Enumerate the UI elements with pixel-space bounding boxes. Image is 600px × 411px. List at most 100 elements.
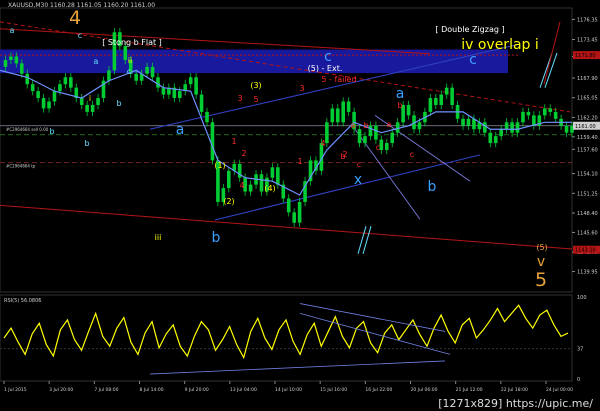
candle-body [292, 212, 296, 223]
wave-label: c [469, 52, 477, 68]
candle-body [488, 132, 493, 144]
candle-body [499, 129, 503, 137]
candle-body [515, 122, 520, 133]
price-tag-label: 1161.00 [575, 124, 596, 130]
x-tick-label: 21 Jul 12:00 [456, 387, 483, 393]
candle-body [439, 94, 444, 105]
wave-label: a [10, 26, 15, 35]
candle-body [259, 174, 264, 192]
wave-label: c [410, 150, 414, 159]
candle-body [270, 167, 275, 178]
wave-label: a [176, 122, 185, 138]
x-tick-label: 22 Jul 18:00 [501, 387, 528, 393]
wave-label: 1 [297, 157, 302, 166]
candle-body [472, 118, 476, 130]
candle-body [177, 91, 182, 99]
x-tick-label: 14 Jul 10:00 [275, 387, 302, 393]
y-tick-label: 1145.60 [577, 230, 598, 236]
candle-body [330, 108, 335, 123]
wave-label: 4 [69, 7, 81, 29]
y-tick-label: 1159.40 [577, 135, 598, 141]
candle-body [9, 56, 13, 60]
wave-label: b [340, 152, 345, 161]
candle-body [395, 122, 400, 133]
wave-label: c [376, 143, 380, 152]
rsi-label: RSI(5) 56.0806 [4, 298, 41, 304]
candle-body [79, 98, 84, 105]
price-tag-label: 1171.80 [575, 53, 596, 59]
wave-label: c [324, 49, 332, 65]
candle-body [521, 111, 525, 123]
candle-body [145, 66, 149, 74]
sell-label: #C2964664 sell 0.00 [6, 127, 49, 132]
wave-label: 2 [241, 149, 246, 158]
wave-label: 5 [253, 95, 258, 104]
candle-body [30, 84, 35, 92]
candle-body [357, 129, 362, 144]
wave-label: c [357, 160, 361, 169]
y-tick-label: 1167.90 [577, 76, 598, 82]
candle-body [483, 122, 487, 133]
candle-body [227, 170, 231, 189]
y-tick-label: 1173.45 [577, 38, 598, 44]
wave-label: c [127, 67, 131, 76]
wave-label: (5) - Ext. [308, 64, 343, 73]
wave-label: 1 [231, 137, 236, 146]
y-tick-label: 1148.40 [577, 211, 598, 217]
candle-body [297, 201, 302, 223]
wave-label: x [354, 172, 362, 188]
wave-label: (3) [250, 81, 261, 90]
candle-body [276, 167, 280, 185]
candle-body [199, 94, 204, 112]
candle-body [161, 87, 166, 95]
candle-body [417, 122, 422, 130]
candle-body [52, 91, 57, 102]
wave-label: b [428, 179, 437, 195]
y-tick-label: 1139.95 [577, 270, 598, 276]
candle-body [564, 125, 569, 133]
wave-label: i [89, 94, 91, 103]
wave-label: iv overlap i [461, 37, 539, 53]
x-tick-label: 3 Jul 20:00 [49, 387, 73, 393]
wave-label: 4 [239, 181, 244, 190]
x-tick-label: 9 Jul 20:00 [185, 387, 209, 393]
candle-body [286, 198, 291, 213]
y-tick-label: 1165.05 [577, 96, 598, 102]
candle-body [188, 77, 193, 85]
wave-label: [ Double Zigzag ] [435, 25, 504, 34]
candle-body [466, 118, 471, 126]
wave-label: b [363, 121, 368, 130]
y-tick-label: 1176.35 [577, 17, 598, 23]
candle-body [96, 98, 100, 105]
candle-body [384, 143, 389, 150]
candle-body [335, 108, 340, 123]
wave-label: 3 [299, 84, 304, 93]
candle-body [205, 111, 209, 123]
candle-body [444, 87, 449, 95]
candle-body [493, 136, 498, 144]
price-tag-label: 1143.10 [575, 248, 596, 254]
candle-body [510, 122, 514, 133]
rsi-tick-label: 37 [577, 347, 583, 353]
wave-label: (5) [536, 243, 547, 252]
wave-label: 5 [535, 269, 547, 291]
wave-label: c [78, 31, 82, 40]
tp-label: #C2964664 tp [6, 163, 36, 168]
candle-body [526, 111, 531, 116]
wave-label: b [49, 127, 54, 136]
wave-label: a [396, 86, 405, 102]
candle-body [325, 122, 329, 144]
rsi-tick-label: 0 [577, 377, 580, 383]
watermark-caption: [1271x829] https://upic.me/ [435, 397, 596, 410]
x-tick-label: 8 Jul 14:00 [140, 387, 164, 393]
candle-body [210, 122, 215, 161]
wave-label: 3 [237, 94, 242, 103]
x-tick-label: 24 Jul 00:00 [546, 387, 573, 393]
wave-label: a [387, 120, 392, 129]
candle-body [428, 98, 433, 112]
x-tick-label: 13 Jul 04:00 [230, 387, 257, 393]
candle-body [248, 184, 253, 192]
rsi-tick-label: 100 [577, 295, 587, 301]
candle-body [194, 77, 198, 95]
x-tick-label: 16 Jul 22:00 [365, 387, 392, 393]
